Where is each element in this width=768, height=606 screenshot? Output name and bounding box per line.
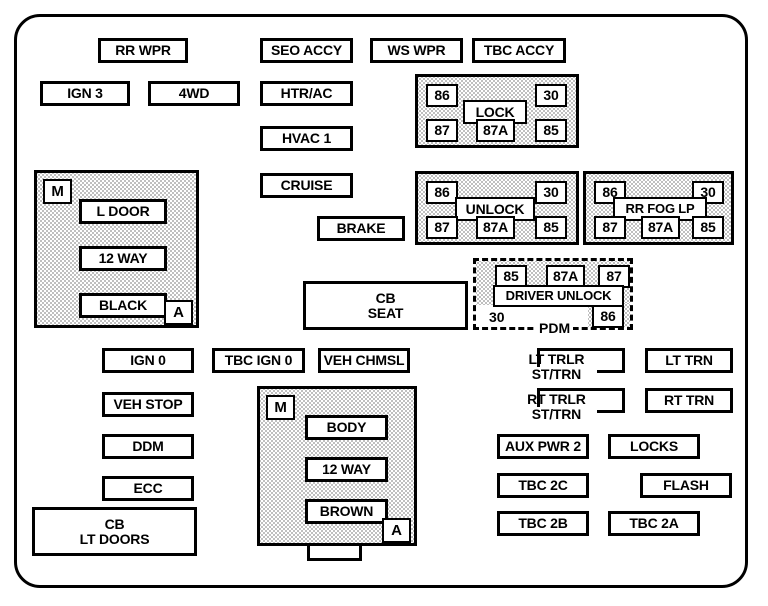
connector-body-marker-a: A — [382, 518, 411, 543]
relay-unlock-block[interactable]: 86 30 UNLOCK 87 87A 85 — [415, 171, 579, 245]
fuse-tbc-accy[interactable]: TBC ACCY — [472, 38, 566, 63]
fuse-ws-wpr-label: WS WPR — [387, 42, 446, 59]
connector-body-line-3: BROWN — [305, 499, 388, 524]
fuse-cb-lt-doors-line-2: LT DOORS — [79, 530, 150, 547]
fuse-rt-trlr-st-trn[interactable]: RT TRLR ST/TRN — [515, 388, 625, 422]
fuse-block-diagram: RR WPR SEO ACCY WS WPR TBC ACCY IGN 3 4W… — [0, 0, 768, 606]
relay-unlock-pin-85: 85 — [535, 216, 567, 239]
fuse-tbc-2a-label: TBC 2A — [629, 515, 679, 532]
fuse-rt-trlr-line-1: RT TRLR — [527, 391, 586, 407]
fuse-ign-0[interactable]: IGN 0 — [102, 348, 194, 373]
fuse-htr-ac-label: HTR/AC — [280, 85, 333, 102]
fuse-rt-trn-label: RT TRN — [663, 392, 715, 409]
connector-left-door-line-1: L DOOR — [79, 199, 167, 224]
fuse-rr-wpr-label: RR WPR — [115, 42, 171, 59]
fuse-brake[interactable]: BRAKE — [317, 216, 405, 241]
fuse-hvac-1-label: HVAC 1 — [281, 130, 332, 147]
fuse-tbc-2a[interactable]: TBC 2A — [608, 511, 700, 536]
fuse-rt-trlr-line-2: ST/TRN — [515, 406, 598, 422]
fuse-seo-accy-label: SEO ACCY — [270, 42, 342, 59]
relay-driver-unlock-pin-86: 86 — [592, 305, 624, 328]
connector-body-line-2: 12 WAY — [305, 457, 388, 482]
fuse-lt-trn-label: LT TRN — [665, 352, 713, 369]
fuse-aux-pwr-2[interactable]: AUX PWR 2 — [497, 434, 589, 459]
relay-unlock-pin-87a: 87A — [476, 216, 515, 239]
connector-body-block[interactable]: M BODY 12 WAY BROWN A — [257, 386, 417, 546]
fuse-rt-trn[interactable]: RT TRN — [645, 388, 733, 413]
fuse-cruise-label: CRUISE — [280, 177, 333, 194]
fuse-veh-chmsl[interactable]: VEH CHMSL — [318, 348, 410, 373]
fuse-ign-3[interactable]: IGN 3 — [40, 81, 130, 106]
connector-left-door-block[interactable]: M L DOOR 12 WAY BLACK A — [34, 170, 199, 328]
fuse-ddm-label: DDM — [132, 438, 164, 455]
fuse-seo-accy[interactable]: SEO ACCY — [260, 38, 353, 63]
relay-lock-pin-86: 86 — [426, 84, 458, 107]
fuse-cb-seat-line-2: SEAT — [367, 304, 404, 321]
fuse-cb-lt-doors[interactable]: CB LT DOORS — [32, 507, 197, 556]
relay-driver-unlock-name: DRIVER UNLOCK — [493, 285, 624, 307]
fuse-htr-ac[interactable]: HTR/AC — [260, 81, 353, 106]
fuse-tbc-2c-label: TBC 2C — [518, 477, 568, 494]
fuse-lt-trlr-line-2: ST/TRN — [515, 366, 598, 382]
fuse-veh-stop[interactable]: VEH STOP — [102, 392, 194, 417]
fuse-ws-wpr[interactable]: WS WPR — [370, 38, 463, 63]
relay-lock-pin-87a: 87A — [476, 119, 515, 142]
fuse-tbc-accy-label: TBC ACCY — [483, 42, 555, 59]
fuse-rr-wpr[interactable]: RR WPR — [98, 38, 188, 63]
connector-body-line-1: BODY — [305, 415, 388, 440]
fuse-veh-chmsl-label: VEH CHMSL — [323, 352, 405, 369]
fuse-ign-3-label: IGN 3 — [67, 85, 103, 102]
relay-lock-pin-30: 30 — [535, 84, 567, 107]
relay-rr-fog-lp-block[interactable]: 86 30 RR FOG LP 87 87A 85 — [583, 171, 734, 245]
connector-left-door-marker-a: A — [164, 300, 193, 325]
fuse-locks-label: LOCKS — [629, 438, 678, 455]
connector-left-door-line-2: 12 WAY — [79, 246, 167, 271]
relay-lock-pin-85: 85 — [535, 119, 567, 142]
fuse-cruise[interactable]: CRUISE — [260, 173, 353, 198]
fuse-ddm[interactable]: DDM — [102, 434, 194, 459]
relay-rr-fog-lp-pin-87: 87 — [594, 216, 626, 239]
fuse-4wd[interactable]: 4WD — [148, 81, 240, 106]
fuse-veh-stop-label: VEH STOP — [113, 396, 183, 413]
fuse-cb-lt-doors-line-1: CB — [104, 515, 125, 532]
fuse-lt-trlr-line-1: LT TRLR — [528, 351, 585, 367]
fuse-tbc-2c[interactable]: TBC 2C — [497, 473, 589, 498]
connector-body-marker-m: M — [266, 395, 295, 420]
fuse-cb-seat-line-1: CB — [375, 289, 396, 306]
connector-left-door-line-3: BLACK — [79, 293, 167, 318]
fuse-tbc-ign-0-label: TBC IGN 0 — [224, 352, 293, 369]
pdm-module-label: PDM — [536, 320, 574, 336]
relay-driver-unlock-pin-30: 30 — [489, 309, 505, 325]
relay-unlock-pin-87: 87 — [426, 216, 458, 239]
fuse-hvac-1[interactable]: HVAC 1 — [260, 126, 353, 151]
fuse-aux-pwr-2-label: AUX PWR 2 — [505, 438, 581, 455]
relay-rr-fog-lp-pin-85: 85 — [692, 216, 724, 239]
fuse-brake-label: BRAKE — [336, 220, 386, 237]
fuse-tbc-2b-label: TBC 2B — [518, 515, 568, 532]
relay-rr-fog-lp-pin-87a: 87A — [641, 216, 680, 239]
fuse-flash[interactable]: FLASH — [640, 473, 732, 498]
fuse-4wd-label: 4WD — [178, 85, 210, 102]
fuse-tbc-2b[interactable]: TBC 2B — [497, 511, 589, 536]
fuse-lt-trlr-st-trn[interactable]: LT TRLR ST/TRN — [515, 348, 625, 382]
fuse-locks[interactable]: LOCKS — [608, 434, 700, 459]
relay-unlock-pin-86: 86 — [426, 181, 458, 204]
fuse-lt-trn[interactable]: LT TRN — [645, 348, 733, 373]
relay-unlock-pin-30: 30 — [535, 181, 567, 204]
relay-lock-block[interactable]: 86 30 LOCK 87 87A 85 — [415, 74, 579, 148]
fuse-cb-seat[interactable]: CB SEAT — [303, 281, 468, 330]
fuse-tbc-ign-0[interactable]: TBC IGN 0 — [212, 348, 305, 373]
fuse-ign-0-label: IGN 0 — [130, 352, 166, 369]
connector-left-door-marker-m: M — [43, 179, 72, 204]
fuse-ecc-label: ECC — [133, 480, 163, 497]
fuse-flash-label: FLASH — [663, 477, 709, 494]
fuse-ecc[interactable]: ECC — [102, 476, 194, 501]
relay-lock-pin-87: 87 — [426, 119, 458, 142]
